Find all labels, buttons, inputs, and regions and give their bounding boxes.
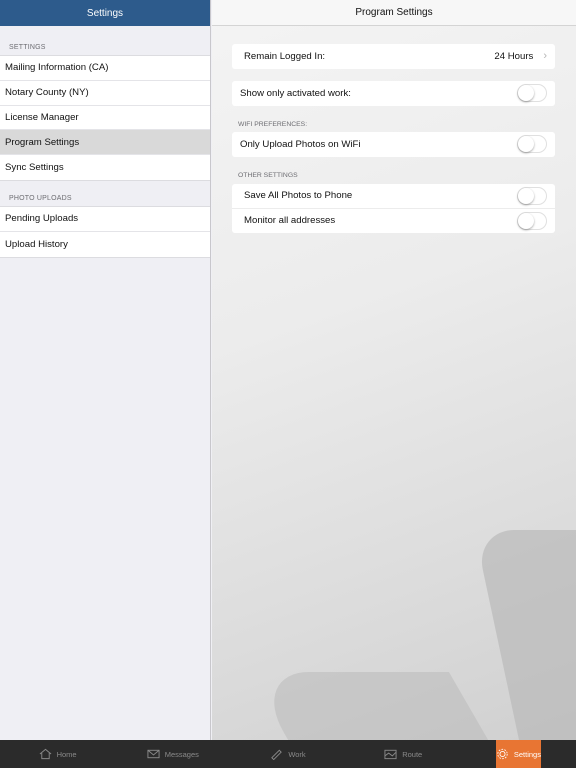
sidebar-item-notary-county[interactable]: Notary County (NY) (0, 81, 210, 106)
upload-wifi-toggle[interactable] (517, 135, 547, 154)
toggle-knob (518, 187, 534, 204)
remain-logged-in-row[interactable]: Remain Logged In: 24 Hours › (232, 44, 555, 69)
background-decoration (474, 530, 576, 740)
sidebar-item-mailing-information[interactable]: Mailing Information (CA) (0, 56, 210, 81)
show-activated-row: Show only activated work: (232, 81, 555, 106)
tab-bar: Home Messages Work Route Settings (0, 740, 576, 768)
wifi-card: Only Upload Photos on WiFi (232, 132, 555, 157)
tab-messages-label: Messages (164, 749, 199, 759)
tab-work-label: Work (288, 749, 306, 759)
map-icon (384, 749, 397, 760)
section-label-settings: SETTINGS (9, 44, 46, 51)
remain-logged-in-card: Remain Logged In: 24 Hours › (232, 44, 555, 69)
settings-group: Mailing Information (CA) Notary County (… (0, 55, 210, 181)
section-label-photo-uploads: PHOTO UPLOADS (9, 194, 72, 202)
upload-wifi-label: Only Upload Photos on WiFi (240, 138, 361, 150)
toggle-knob (518, 136, 534, 153)
background-decoration (248, 672, 496, 740)
monitor-addresses-toggle[interactable] (517, 211, 547, 230)
remain-logged-in-value: 24 Hours (494, 50, 534, 62)
pen-icon (271, 749, 283, 760)
sidebar-item-upload-history[interactable]: Upload History (0, 232, 210, 257)
other-settings-label: OTHER SETTINGS (238, 172, 298, 179)
gear-icon (497, 748, 508, 760)
sidebar-item-pending-uploads[interactable]: Pending Uploads (0, 207, 210, 232)
tab-settings[interactable]: Settings (495, 740, 541, 768)
tab-settings-label: Settings (513, 749, 541, 759)
program-settings-pane: Program Settings Remain Logged In: 24 Ho… (212, 0, 576, 740)
other-settings-card: Save All Photos to Phone Monitor all add… (232, 184, 555, 233)
tab-route[interactable]: Route (346, 740, 461, 768)
sidebar-item-program-settings[interactable]: Program Settings (0, 130, 210, 156)
tab-home-label: Home (56, 749, 77, 759)
photo-uploads-group: Pending Uploads Upload History (0, 205, 210, 258)
tab-home[interactable]: Home (0, 740, 115, 768)
sidebar-title: Settings (0, 0, 210, 26)
tab-route-label: Route (402, 749, 423, 759)
sidebar-item-license-manager[interactable]: License Manager (0, 106, 210, 131)
tab-settings-wrap: Settings (461, 740, 576, 768)
toggle-knob (518, 85, 534, 102)
save-photos-toggle[interactable] (517, 186, 547, 205)
envelope-icon (147, 749, 160, 759)
tab-messages[interactable]: Messages (115, 740, 230, 768)
upload-wifi-row: Only Upload Photos on WiFi (232, 132, 555, 157)
show-activated-toggle[interactable] (517, 84, 547, 103)
page-title: Program Settings (212, 0, 576, 26)
show-activated-label: Show only activated work: (240, 87, 351, 99)
remain-logged-in-label: Remain Logged In: (244, 50, 326, 62)
monitor-addresses-label: Monitor all addresses (244, 215, 336, 227)
wifi-preferences-label: WIFI PREFERENCES: (238, 121, 308, 128)
chevron-right-icon: › (543, 50, 547, 63)
sidebar-item-sync-settings[interactable]: Sync Settings (0, 155, 210, 180)
settings-sidebar: Settings SETTINGS Mailing Information (C… (0, 0, 211, 740)
show-activated-card: Show only activated work: (232, 81, 555, 106)
monitor-addresses-row: Monitor all addresses (232, 209, 555, 234)
save-photos-label: Save All Photos to Phone (244, 190, 353, 202)
home-icon (39, 748, 51, 760)
toggle-knob (518, 212, 534, 229)
tab-work[interactable]: Work (230, 740, 345, 768)
save-photos-row: Save All Photos to Phone (232, 184, 555, 209)
